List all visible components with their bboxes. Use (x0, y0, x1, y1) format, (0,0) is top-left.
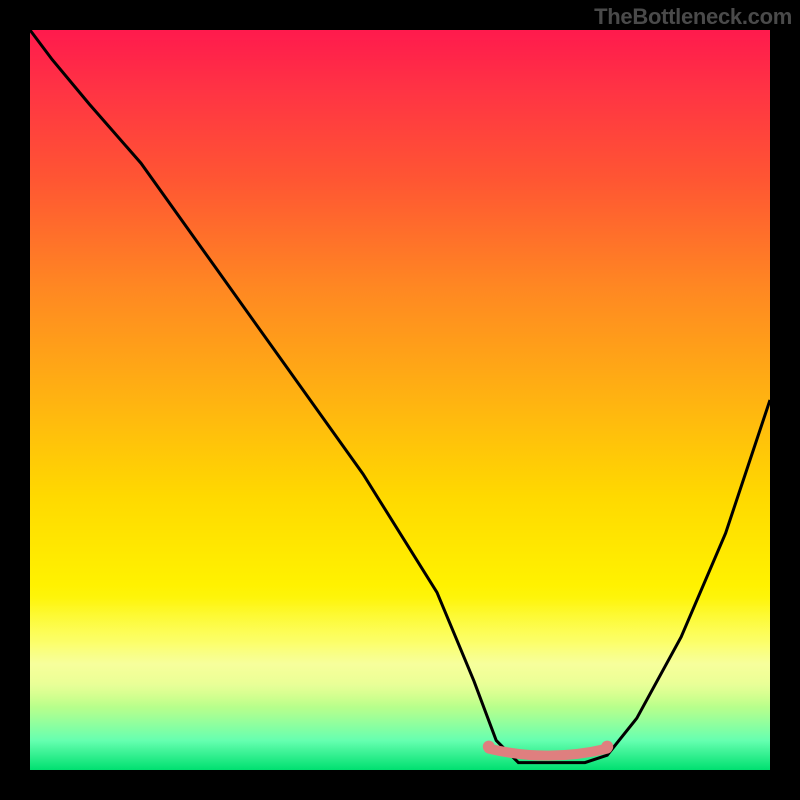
chart-frame: TheBottleneck.com (0, 0, 800, 800)
attribution-text: TheBottleneck.com (594, 4, 792, 30)
plot-area (30, 30, 770, 770)
